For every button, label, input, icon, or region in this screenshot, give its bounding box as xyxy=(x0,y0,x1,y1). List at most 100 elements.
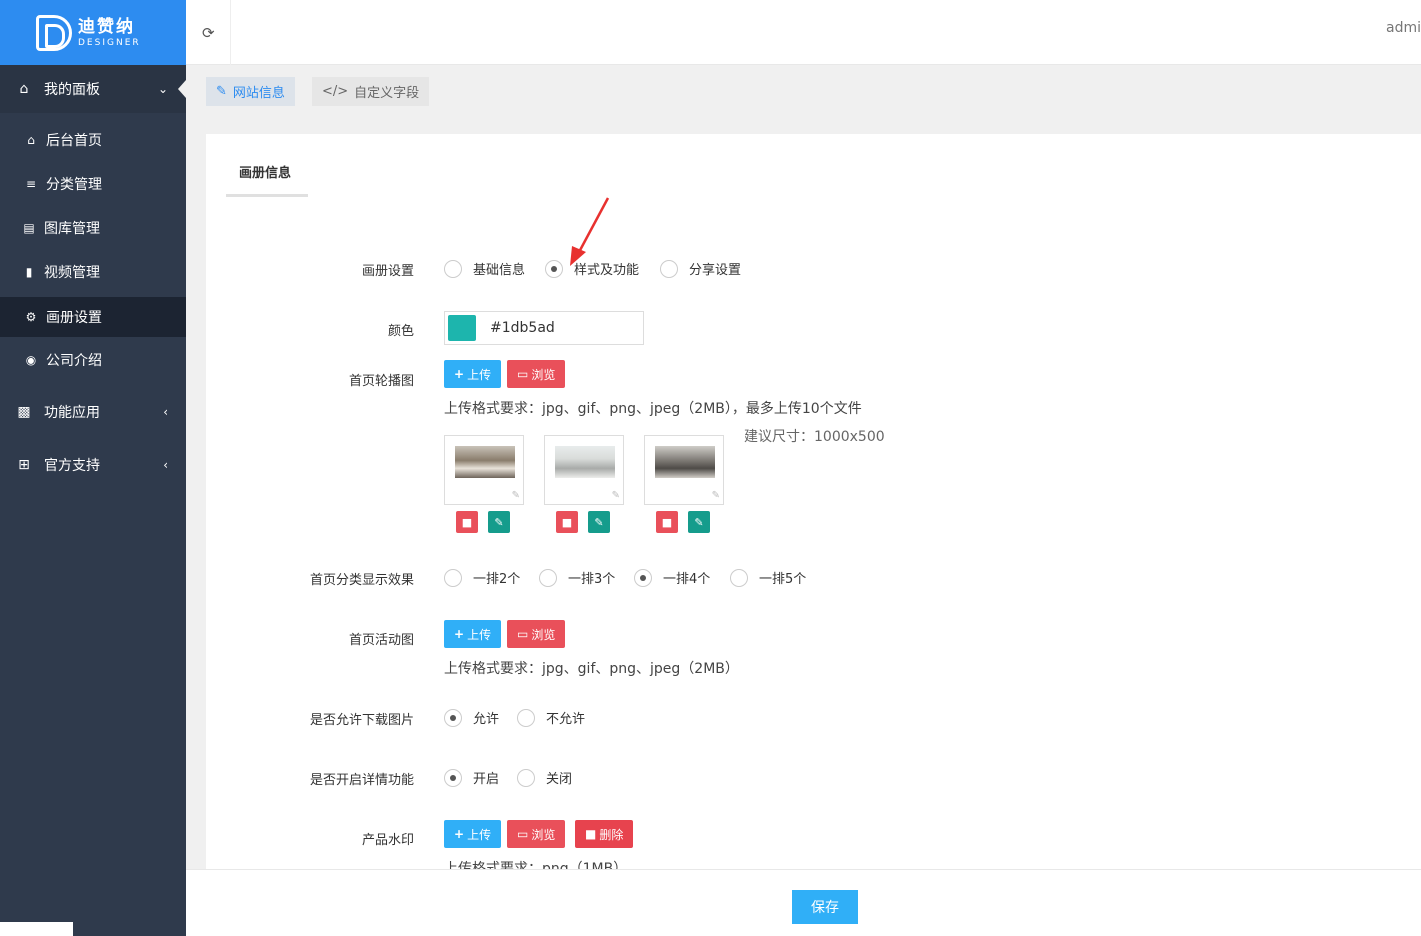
delete-icon[interactable]: ■ xyxy=(556,511,578,533)
banner-thumbnail[interactable]: ✎ xyxy=(444,435,524,505)
banner-label: 首页轮播图 xyxy=(348,374,414,389)
sidebar-item-company[interactable]: ◉ 公司介绍 xyxy=(0,340,186,380)
save-button[interactable]: 保存 xyxy=(792,890,858,924)
radio-detail-off[interactable]: 关闭 xyxy=(517,768,572,787)
sidebar-item-album-settings[interactable]: ⚙ 画册设置 xyxy=(0,297,186,337)
folder-icon: ▭ xyxy=(517,627,529,641)
plus-icon: + xyxy=(454,367,465,381)
edit-icon: ✎ xyxy=(511,490,520,501)
delete-icon[interactable]: ■ xyxy=(456,511,478,533)
user-name[interactable]: admi xyxy=(1386,20,1421,36)
plus-icon: + xyxy=(454,827,465,841)
sidebar: 迪赞纳 DESIGNER ⌂ 我的面板 ⌄ ⌂ 后台首页 ≡ 分类管理 ▤ 图库… xyxy=(0,0,186,936)
sidebar-group-support[interactable]: ⊞ 官方支持 ‹ xyxy=(0,441,186,489)
radio-share-settings[interactable]: 分享设置 xyxy=(660,259,741,278)
puzzle-icon: ▩ xyxy=(17,404,31,420)
color-label: 颜色 xyxy=(387,324,414,339)
watermark-upload-button[interactable]: + 上传 xyxy=(444,820,502,848)
radio-disallow-download[interactable]: 不允许 xyxy=(517,708,585,727)
edit-icon[interactable]: ✎ xyxy=(588,511,610,533)
sidebar-group-dashboard[interactable]: ⌂ 我的面板 ⌄ xyxy=(0,65,186,113)
color-swatch[interactable] xyxy=(448,315,476,341)
top-bar: ⟳ admi xyxy=(186,0,1421,65)
sidebar-item-gallery[interactable]: ▤ 图库管理 xyxy=(0,208,186,248)
radio-basic-info[interactable]: 基础信息 xyxy=(444,259,525,278)
chevron-left-icon: ‹ xyxy=(163,405,168,419)
activity-upload-button[interactable]: + 上传 xyxy=(444,620,502,648)
sidebar-item-video[interactable]: ▮ 视频管理 xyxy=(0,252,186,292)
banner-upload-button[interactable]: + 上传 xyxy=(444,360,502,388)
radio-row-3[interactable]: 一排3个 xyxy=(539,568,615,587)
activity-hint: 上传格式要求：jpg、gif、png、jpeg（2MB） xyxy=(444,661,739,677)
banner-image xyxy=(555,446,615,478)
color-picker[interactable]: #1db5ad xyxy=(444,311,644,345)
radio-row-4[interactable]: 一排4个 xyxy=(634,568,710,587)
settings-panel: 画册信息 画册设置 基础信息 样式及功能 分享设置 颜色 #1db5ad 首页轮… xyxy=(206,134,1421,869)
banner-hint: 上传格式要求：jpg、gif、png、jpeg（2MB），最多上传10个文件 xyxy=(444,401,862,417)
plus-icon: + xyxy=(454,627,465,641)
sidebar-item-label: 图库管理 xyxy=(44,221,100,237)
gear-icon: ⚙ xyxy=(25,310,37,324)
video-icon: ▮ xyxy=(25,265,33,279)
sidebar-group-label: 功能应用 xyxy=(44,405,100,421)
banner-thumbnail[interactable]: ✎ xyxy=(644,435,724,505)
refresh-icon[interactable]: ⟳ xyxy=(202,24,215,42)
folder-icon: ▭ xyxy=(517,367,529,381)
activity-browse-button[interactable]: ▭ 浏览 xyxy=(507,620,566,648)
watermark-browse-button[interactable]: ▭ 浏览 xyxy=(507,820,566,848)
brand-sub: DESIGNER xyxy=(78,37,141,48)
tab-custom-fields[interactable]: </> 自定义字段 xyxy=(312,77,430,106)
logo[interactable]: 迪赞纳 DESIGNER xyxy=(0,0,186,65)
sidebar-group-features[interactable]: ▩ 功能应用 ‹ xyxy=(0,388,186,436)
radio-allow-download[interactable]: 允许 xyxy=(444,708,499,727)
banner-browse-button[interactable]: ▭ 浏览 xyxy=(507,360,566,388)
sidebar-group-label: 官方支持 xyxy=(44,458,100,474)
code-icon: </> xyxy=(322,84,349,99)
banner-image xyxy=(655,446,715,478)
folder-icon: ▭ xyxy=(517,827,529,841)
banner-thumbnail[interactable]: ✎ xyxy=(544,435,624,505)
watermark-hint: 上传格式要求：png（1MB） xyxy=(444,861,628,869)
download-label: 是否允许下载图片 xyxy=(309,713,414,728)
card-tab-label: 画册信息 xyxy=(239,166,292,181)
edit-icon: ✎ xyxy=(611,490,620,501)
edit-icon[interactable]: ✎ xyxy=(688,511,710,533)
sidebar-item-label: 公司介绍 xyxy=(46,353,102,369)
sidebar-item-label: 视频管理 xyxy=(44,265,100,281)
watermark-delete-button[interactable]: ■ 删除 xyxy=(575,820,634,848)
annotation-arrow-icon xyxy=(570,197,610,266)
banner-size-hint: 建议尺寸：1000x500 xyxy=(744,429,885,445)
tab-site-info[interactable]: ✎ 网站信息 xyxy=(206,77,295,106)
delete-icon[interactable]: ■ xyxy=(656,511,678,533)
radio-row-2[interactable]: 一排2个 xyxy=(444,568,520,587)
compass-icon: ◉ xyxy=(25,353,37,367)
tab-label: 网站信息 xyxy=(232,86,285,101)
image-icon: ▤ xyxy=(23,221,35,235)
footer-bar: 保存 xyxy=(186,869,1421,936)
home-icon: ⌂ xyxy=(19,81,29,97)
activity-label: 首页活动图 xyxy=(348,633,414,648)
banner-image xyxy=(455,446,515,478)
active-pointer xyxy=(178,80,186,98)
sidebar-item-home[interactable]: ⌂ 后台首页 xyxy=(0,120,186,160)
card-tab-album-info[interactable]: 画册信息 xyxy=(226,154,308,197)
sidebar-item-label: 后台首页 xyxy=(46,133,102,149)
medkit-icon: ⊞ xyxy=(18,457,30,473)
list-icon: ≡ xyxy=(25,177,37,191)
brand-name: 迪赞纳 xyxy=(78,16,135,37)
sidebar-item-categories[interactable]: ≡ 分类管理 xyxy=(0,164,186,204)
color-value: #1db5ad xyxy=(490,320,555,336)
radio-row-5[interactable]: 一排5个 xyxy=(730,568,806,587)
home-icon: ⌂ xyxy=(27,133,35,147)
tab-label: 自定义字段 xyxy=(354,86,420,101)
edit-icon: ✎ xyxy=(216,84,227,99)
edit-icon[interactable]: ✎ xyxy=(488,511,510,533)
album-settings-label: 画册设置 xyxy=(361,264,414,279)
radio-detail-on[interactable]: 开启 xyxy=(444,768,499,787)
chevron-down-icon: ⌄ xyxy=(157,82,168,96)
trash-icon: ■ xyxy=(585,827,597,841)
sidebar-group-label: 我的面板 xyxy=(44,82,100,98)
sidebar-item-label: 画册设置 xyxy=(46,310,102,326)
logo-mark-icon xyxy=(36,14,72,51)
chevron-left-icon: ‹ xyxy=(163,458,168,472)
